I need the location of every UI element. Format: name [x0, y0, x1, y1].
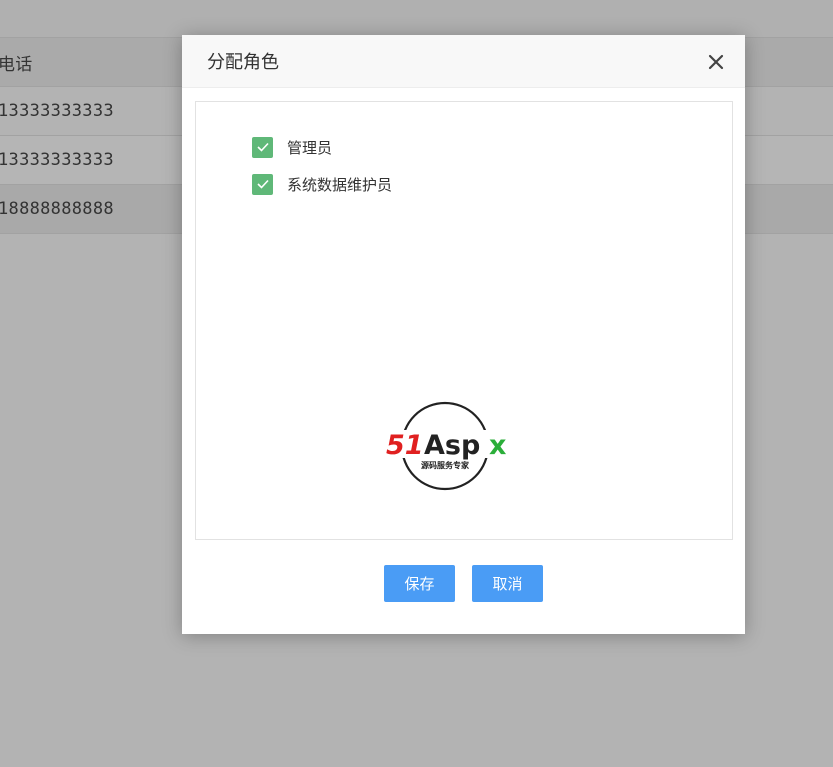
save-button[interactable]: 保存 — [384, 565, 455, 602]
checkbox-checked[interactable] — [252, 136, 273, 158]
check-icon — [256, 179, 269, 189]
role-item-admin[interactable]: 管理员 — [252, 136, 332, 158]
dialog-title: 分配角色 — [207, 52, 279, 73]
phone-cell: 13333333333 — [0, 101, 114, 121]
check-icon — [256, 142, 269, 152]
dialog-header: 分配角色 — [182, 35, 745, 88]
background-toolbar — [0, 0, 833, 38]
close-icon[interactable] — [705, 51, 727, 73]
role-label: 系统数据维护员 — [287, 175, 393, 194]
cancel-button[interactable]: 取消 — [472, 565, 543, 602]
role-list-panel: 管理员 系统数据维护员 51 Asp x 源码服务专家 — [195, 101, 733, 540]
phone-column-header: 电话 — [0, 54, 33, 75]
phone-cell: 13333333333 — [0, 150, 114, 170]
logo-tagline: 源码服务专家 — [421, 460, 470, 470]
logo-letters: Asp — [424, 430, 480, 461]
role-label: 管理员 — [287, 138, 333, 157]
logo-x: x — [489, 430, 506, 461]
assign-role-dialog: 分配角色 管理员 系统数据维护员 51 Asp x 源码服务专家 保存 取消 — [182, 35, 745, 634]
checkbox-checked[interactable] — [252, 173, 273, 195]
logo-number: 51 — [386, 430, 424, 461]
role-item-data-maintainer[interactable]: 系统数据维护员 — [252, 173, 392, 195]
51aspx-logo: 51 Asp x 源码服务专家 — [386, 400, 516, 496]
phone-cell: 18888888888 — [0, 199, 114, 219]
